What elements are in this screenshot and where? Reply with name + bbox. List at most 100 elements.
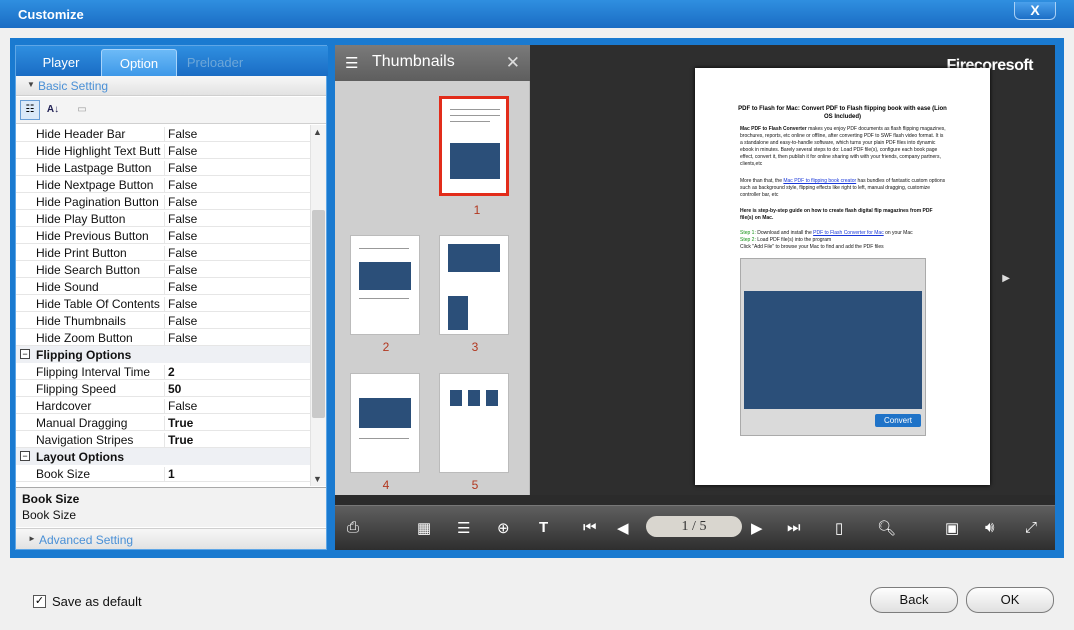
first-page-icon[interactable]: ⏮ [583, 519, 597, 536]
property-name: Manual Dragging [36, 416, 128, 430]
property-value[interactable]: False [164, 399, 197, 414]
category-flipping-options[interactable]: − Flipping Options [16, 346, 310, 363]
property-value[interactable]: True [164, 433, 193, 448]
collapse-minus-icon[interactable]: − [20, 451, 30, 461]
property-row[interactable]: Hide Sound False [16, 278, 310, 295]
property-row[interactable]: Hide Thumbnails False [16, 312, 310, 329]
alphabetical-sort-button[interactable]: A↓ [43, 100, 63, 120]
document-title: PDF to Flash for Mac: Convert PDF to Fla… [738, 106, 947, 120]
property-row[interactable]: Hide Search Button False [16, 261, 310, 278]
property-help: Book Size Book Size [16, 487, 326, 527]
thumbnail-page-2[interactable]: 2 [350, 235, 420, 354]
property-row[interactable]: Hide Header Bar False [16, 125, 310, 142]
property-value[interactable]: 2 [164, 365, 175, 380]
property-row[interactable]: Hardcover False [16, 397, 310, 414]
property-row[interactable]: Hide Print Button False [16, 244, 310, 261]
property-name: Flipping Speed [36, 382, 117, 396]
property-value[interactable]: False [164, 263, 197, 278]
help-title: Book Size [22, 492, 80, 506]
property-value[interactable]: False [164, 144, 197, 159]
property-value[interactable]: 50 [164, 382, 181, 397]
thumbnail-page-3[interactable]: 3 [439, 235, 509, 354]
property-row[interactable]: Hide Nextpage Button False [16, 176, 310, 193]
settings-panel: Player Option Preloader ▼ Basic Setting … [15, 45, 328, 550]
document-step-2: Step 2: Load PDF file(s) into the progra… [740, 237, 832, 243]
property-value[interactable]: False [164, 212, 197, 227]
close-button[interactable]: X [1014, 2, 1056, 20]
table-of-contents-icon[interactable]: ☰ [457, 519, 470, 537]
property-value[interactable]: False [164, 127, 197, 142]
print-icon[interactable]: ⎙ [347, 519, 359, 536]
thumbnails-grid-icon[interactable]: ▦ [417, 519, 431, 537]
property-value[interactable]: False [164, 161, 197, 176]
book-page[interactable]: PDF to Flash for Mac: Convert PDF to Fla… [695, 68, 990, 485]
previous-page-icon[interactable]: ◀ [617, 519, 629, 537]
thumbnail-page-1[interactable]: 1 [439, 96, 509, 217]
property-row[interactable]: Hide Lastpage Button False [16, 159, 310, 176]
search-icon[interactable]: 🔍︎ [877, 519, 896, 537]
ok-button[interactable]: OK [966, 587, 1054, 613]
property-value[interactable]: False [164, 331, 197, 346]
back-button[interactable]: Back [870, 587, 958, 613]
property-value[interactable]: 1 [164, 467, 175, 482]
flipbook-preview: ☰ Thumbnails ✕ 1 2 3 4 5 Firecoresoft PD… [335, 45, 1055, 550]
tab-preloader[interactable]: Preloader [184, 49, 246, 76]
next-page-arrow-icon[interactable]: ▶ [1002, 273, 1010, 284]
property-row[interactable]: Flipping Interval Time 2 [16, 363, 310, 380]
share-icon[interactable]: ▣ [945, 519, 959, 537]
next-page-icon[interactable]: ▶ [751, 519, 763, 537]
bookmark-icon[interactable]: ▯ [835, 519, 843, 537]
document-link[interactable]: Mac PDF to flipping book creator [783, 178, 856, 184]
current-page[interactable]: 1 [682, 519, 689, 534]
tab-option[interactable]: Option [101, 49, 177, 76]
property-name: Hide Search Button [36, 263, 141, 277]
thumbnail-page-4[interactable]: 4 [350, 373, 420, 492]
sound-icon[interactable]: 🔊︎ [985, 519, 994, 536]
property-row[interactable]: Navigation Stripes True [16, 431, 310, 448]
property-row[interactable]: Hide Previous Button False [16, 227, 310, 244]
property-row[interactable]: Hide Play Button False [16, 210, 310, 227]
property-row[interactable]: Flipping Speed 50 [16, 380, 310, 397]
property-value[interactable]: False [164, 280, 197, 295]
property-value[interactable]: False [164, 297, 197, 312]
highlight-text-icon[interactable]: T [539, 519, 548, 536]
property-row[interactable]: Hide Zoom Button False [16, 329, 310, 346]
property-row[interactable]: Hide Pagination Button False [16, 193, 310, 210]
close-icon[interactable]: ✕ [506, 53, 520, 73]
categorized-view-button[interactable]: ☷ [20, 100, 40, 120]
scroll-down-icon[interactable]: ▼ [313, 474, 322, 484]
property-value[interactable]: False [164, 229, 197, 244]
advanced-setting-header[interactable]: ► Advanced Setting [16, 528, 326, 549]
property-name: Navigation Stripes [36, 433, 134, 447]
save-as-default-checkbox[interactable]: ✓ [33, 595, 46, 608]
document-paragraph: Mac PDF to Flash Converter makes you enj… [740, 126, 946, 167]
collapse-minus-icon[interactable]: − [20, 349, 30, 359]
advanced-setting-label: Advanced Setting [39, 533, 134, 547]
screenshot-convert-label: Convert [875, 414, 921, 427]
expand-arrow-icon: ► [28, 534, 36, 543]
property-value[interactable]: False [164, 246, 197, 261]
tab-player[interactable]: Player [26, 49, 96, 76]
scroll-up-icon[interactable]: ▲ [313, 127, 322, 137]
page-indicator[interactable]: 1 / 5 [646, 516, 742, 537]
property-value[interactable]: True [164, 416, 193, 431]
tab-bar: Player Option Preloader [16, 46, 328, 76]
fullscreen-icon[interactable]: ⤢ [1025, 519, 1037, 536]
thumbnail-page-5[interactable]: 5 [439, 373, 509, 492]
grid-scrollbar[interactable]: ▲ ▼ [310, 125, 326, 486]
category-layout-options[interactable]: − Layout Options [16, 448, 310, 465]
zoom-in-icon[interactable]: ⊕ [497, 519, 510, 537]
basic-setting-header[interactable]: ▼ Basic Setting [16, 76, 326, 96]
property-row[interactable]: Book Size 1 [16, 465, 310, 482]
property-row[interactable]: Hide Table Of Contents False [16, 295, 310, 312]
property-value[interactable]: False [164, 195, 197, 210]
property-row[interactable]: Manual Dragging True [16, 414, 310, 431]
property-row[interactable]: Hide Highlight Text Butt False [16, 142, 310, 159]
scroll-thumb[interactable] [312, 210, 325, 418]
property-value[interactable]: False [164, 314, 197, 329]
last-page-icon[interactable]: ⏭ [787, 519, 801, 536]
property-pages-button[interactable]: ▭ [72, 100, 92, 120]
document-paragraph: More than that, the Mac PDF to flipping … [740, 178, 946, 198]
property-value[interactable]: False [164, 178, 197, 193]
category-label: Layout Options [36, 450, 124, 464]
